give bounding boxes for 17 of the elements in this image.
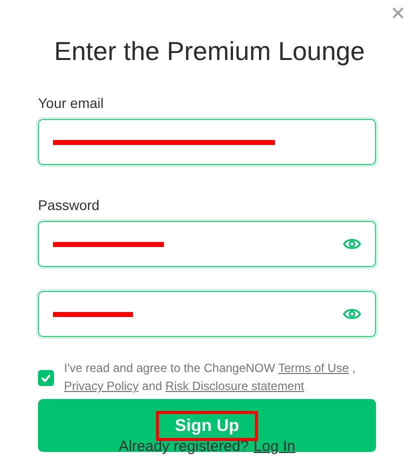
agree-checkbox[interactable] bbox=[38, 370, 54, 386]
risk-disclosure-link[interactable]: Risk Disclosure statement bbox=[165, 379, 304, 393]
close-button[interactable]: × bbox=[386, 0, 409, 28]
login-prompt: Already registered? bbox=[118, 438, 249, 455]
field-label: Your email bbox=[38, 95, 105, 111]
field-label: Password bbox=[38, 197, 100, 213]
check-icon bbox=[41, 374, 51, 382]
password-field[interactable] bbox=[38, 221, 376, 267]
privacy-link[interactable]: Privacy Policy bbox=[64, 379, 139, 393]
password-field[interactable] bbox=[38, 291, 376, 337]
dialog-title: Enter the Premium Lounge bbox=[54, 36, 365, 67]
eye-icon[interactable] bbox=[343, 237, 361, 251]
email-field[interactable] bbox=[38, 119, 376, 165]
eye-icon[interactable] bbox=[343, 307, 361, 321]
terms-link[interactable]: Terms of Use bbox=[278, 361, 349, 375]
login-link[interactable]: Log In bbox=[254, 438, 296, 455]
agreement-text: I've read and agree to the ChangeNOW Terms of Use , Privacy Policy and Risk Disclosure statement bbox=[64, 360, 356, 395]
